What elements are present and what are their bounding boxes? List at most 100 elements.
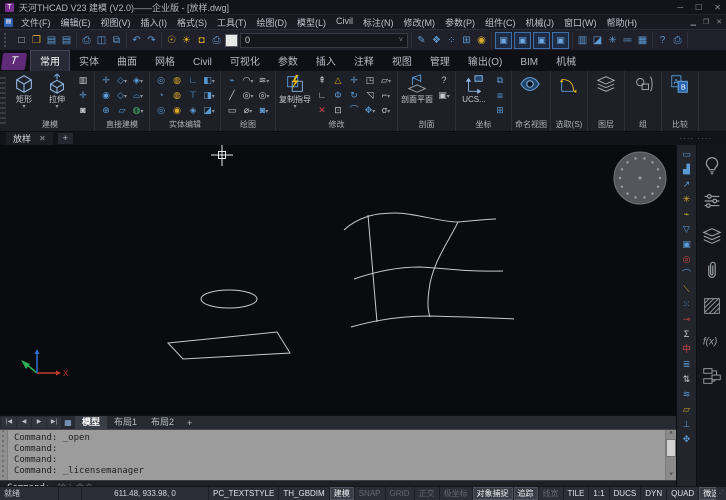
mod-arrange-icon[interactable]: ✥▾ bbox=[362, 103, 378, 117]
se-copy-face-icon[interactable]: ◈ bbox=[185, 103, 201, 117]
tab-实体[interactable]: 实体 bbox=[70, 51, 108, 71]
status-toggle-GRID[interactable]: GRID bbox=[386, 487, 415, 500]
status-toggle-微选物[interactable]: 微选物 bbox=[699, 487, 716, 500]
se-extrude-face-icon[interactable]: ◍ bbox=[169, 73, 185, 87]
mod-offset-icon[interactable]: ∟ bbox=[314, 88, 330, 102]
stack-icon[interactable]: ≣ bbox=[680, 358, 694, 371]
maximize-button[interactable]: ☐ bbox=[695, 3, 702, 12]
se-union-icon[interactable]: ◎ bbox=[153, 73, 169, 87]
ucs-3point-icon[interactable]: ⊞ bbox=[492, 103, 508, 117]
live-section-icon[interactable]: ? bbox=[436, 73, 452, 87]
loft-curve[interactable] bbox=[368, 215, 377, 322]
prev-layout-button[interactable]: ◀ bbox=[17, 417, 31, 428]
chevron-down-icon[interactable]: ▾ bbox=[212, 79, 215, 85]
status-toggle-建模[interactable]: 建模 bbox=[330, 487, 355, 500]
extrude-button[interactable]: 拉伸▾ bbox=[42, 73, 72, 110]
status-toggle-DYN[interactable]: DYN bbox=[641, 487, 667, 500]
viewport-icon[interactable]: ▭ bbox=[680, 148, 694, 161]
chevron-down-icon[interactable]: ▾ bbox=[212, 109, 215, 115]
status-toggle-追踪[interactable]: 追踪 bbox=[514, 487, 539, 500]
status-toggle-DUCS[interactable]: DUCS bbox=[610, 487, 642, 500]
redo-icon[interactable]: ↷ bbox=[145, 34, 158, 47]
menu-参数P[interactable]: 参数(P) bbox=[440, 16, 480, 29]
layer-freeze-icon[interactable]: ☀ bbox=[180, 34, 193, 47]
chevron-down-icon[interactable]: ▾ bbox=[55, 104, 58, 110]
draw-arc-icon[interactable]: ◠▾ bbox=[240, 73, 256, 87]
scroll-up-icon[interactable]: ˄ bbox=[669, 430, 673, 439]
chevron-down-icon[interactable]: ▾ bbox=[372, 109, 375, 115]
mod-fillet-icon[interactable]: ⌐▾ bbox=[378, 88, 394, 102]
status-toggle-TILE[interactable]: TILE bbox=[564, 487, 590, 500]
ucs-world-icon[interactable]: ⧉ bbox=[492, 73, 508, 87]
mod-rotate-icon[interactable]: ◳ bbox=[362, 73, 378, 87]
render-icon[interactable]: ▦ bbox=[636, 34, 649, 47]
chevron-down-icon[interactable]: ▾ bbox=[265, 109, 268, 115]
tab-插入[interactable]: 插入 bbox=[307, 51, 345, 71]
sliders-icon[interactable] bbox=[701, 190, 723, 212]
mod-overkill-icon[interactable]: σ▾ bbox=[378, 103, 394, 117]
save-as-icon[interactable]: ▤ bbox=[60, 34, 73, 47]
color-swatch[interactable] bbox=[225, 34, 238, 47]
layer-match-icon[interactable]: ⊞ bbox=[460, 34, 473, 47]
menu-窗口W[interactable]: 窗口(W) bbox=[559, 16, 602, 29]
mod-lengthen-icon[interactable]: ⌒ bbox=[346, 103, 362, 117]
filter-icon[interactable]: ▽ bbox=[680, 223, 694, 236]
se-chamfer-icon[interactable]: ◨▾ bbox=[201, 88, 217, 102]
properties-panel-icon[interactable]: ▥ bbox=[576, 34, 589, 47]
chevron-down-icon[interactable]: ▾ bbox=[140, 79, 143, 85]
save-icon[interactable]: ▤ bbox=[45, 34, 58, 47]
toolbar-grip[interactable] bbox=[4, 33, 10, 47]
layout-tab-布局2[interactable]: 布局2 bbox=[144, 416, 181, 429]
thicken-icon[interactable]: ◙ bbox=[75, 103, 91, 117]
mod-scale-icon[interactable]: △ bbox=[330, 73, 346, 87]
menu-文件F[interactable]: 文件(F) bbox=[16, 16, 56, 29]
view-wireframe-icon[interactable]: ▣ bbox=[495, 32, 512, 49]
layout-tab-布局1[interactable]: 布局1 bbox=[107, 416, 144, 429]
curve-icon[interactable]: ⌒ bbox=[680, 268, 694, 281]
chevron-down-icon[interactable]: ▾ bbox=[387, 109, 390, 115]
layers2-icon[interactable] bbox=[701, 225, 723, 247]
minimize-button[interactable]: ─ bbox=[677, 3, 683, 12]
compare-button[interactable]: AB bbox=[665, 73, 695, 95]
draw-polyline-icon[interactable]: ⌁ bbox=[224, 73, 240, 87]
resize-grip[interactable]: ⋰ bbox=[716, 489, 726, 498]
close-button[interactable]: ✕ bbox=[714, 3, 721, 12]
press-icon[interactable]: ⊥ bbox=[680, 418, 694, 431]
open-file-icon[interactable]: ❐ bbox=[30, 34, 43, 47]
menu-格式S[interactable]: 格式(S) bbox=[172, 16, 212, 29]
next-layout-button[interactable]: ▶ bbox=[32, 417, 46, 428]
status-toggle-SNAP[interactable]: SNAP bbox=[355, 487, 386, 500]
chevron-down-icon[interactable]: ▾ bbox=[140, 109, 143, 115]
new-layout-button[interactable]: + bbox=[182, 418, 197, 428]
chevron-down-icon[interactable]: ▾ bbox=[250, 94, 253, 100]
chevron-down-icon[interactable]: ▾ bbox=[140, 94, 143, 100]
dm-move-icon[interactable]: ✛ bbox=[98, 73, 114, 87]
chevron-down-icon[interactable]: ▾ bbox=[250, 79, 253, 85]
layer-combo[interactable]: 0˅ bbox=[240, 33, 408, 48]
list-icon[interactable]: ≔ bbox=[621, 34, 634, 47]
status-toggle-QUAD[interactable]: QUAD bbox=[667, 487, 699, 500]
wand-icon[interactable]: ✳ bbox=[680, 193, 694, 206]
command-scrollbar[interactable]: ˄ ˅ bbox=[665, 430, 676, 480]
menu-插入I[interactable]: 插入(I) bbox=[136, 16, 173, 29]
chart-icon[interactable]: ▟ bbox=[680, 163, 694, 176]
status-toggle-TH_GBDIM[interactable]: TH_GBDIM bbox=[279, 487, 329, 500]
erase-icon[interactable]: ◪ bbox=[591, 34, 604, 47]
hatch-icon[interactable] bbox=[701, 295, 723, 317]
se-taper-icon[interactable]: ⊤ bbox=[185, 88, 201, 102]
mod-align-icon[interactable]: Φ bbox=[330, 88, 346, 102]
chevron-down-icon[interactable]: ▾ bbox=[22, 104, 25, 110]
publish-icon[interactable]: ⧉ bbox=[110, 34, 123, 47]
tab-Civil[interactable]: Civil bbox=[184, 55, 221, 71]
draw-donut-icon[interactable]: ◎▾ bbox=[256, 88, 272, 102]
se-shell-icon[interactable]: ◪▾ bbox=[201, 103, 217, 117]
dm-slice-icon[interactable]: ▱ bbox=[114, 103, 130, 117]
draw-line-icon[interactable]: ╱ bbox=[224, 88, 240, 102]
blocks-icon[interactable]: ⁙ bbox=[680, 298, 694, 311]
menu-标注N[interactable]: 标注(N) bbox=[358, 16, 399, 29]
menu-组件C[interactable]: 组件(C) bbox=[480, 16, 521, 29]
dm-shell-icon[interactable]: ◇▾ bbox=[114, 88, 130, 102]
options-icon[interactable]: ✳ bbox=[606, 34, 619, 47]
loft-curve[interactable] bbox=[344, 213, 496, 230]
folder-icon[interactable]: ▱ bbox=[680, 403, 694, 416]
